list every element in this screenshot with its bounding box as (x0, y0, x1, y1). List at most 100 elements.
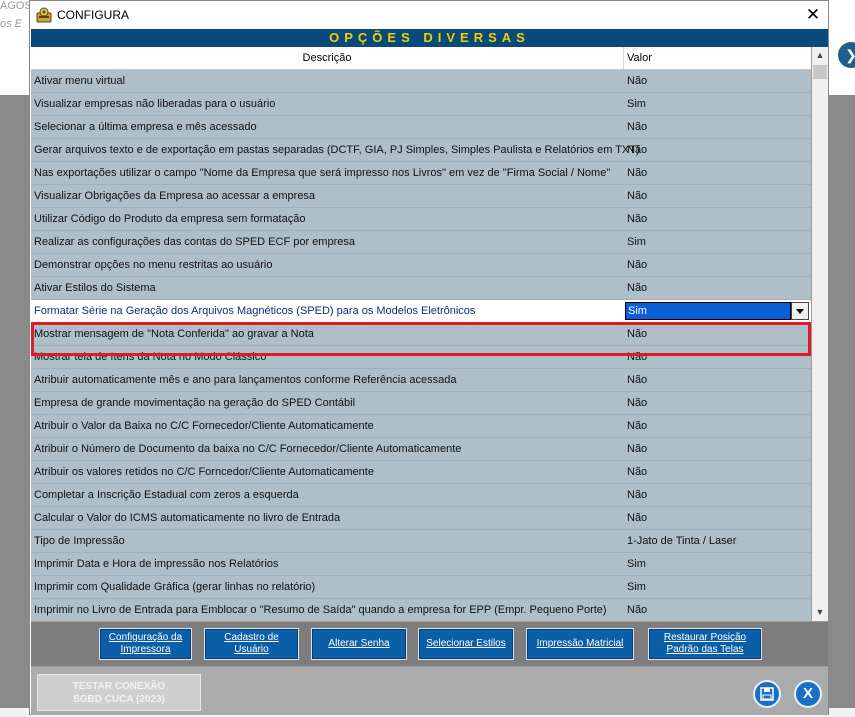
option-row[interactable]: Mostrar mensagem de "Nota Conferida" ao … (31, 323, 811, 346)
option-row[interactable]: Atribuir automaticamente mês e ano para … (31, 369, 811, 392)
option-row[interactable]: Mostrar tela de Itens da Nota no Modo Cl… (31, 346, 811, 369)
test-connection-button[interactable]: TESTAR CONEXÃO SGBD CUCA (2023) (37, 674, 201, 711)
button-label: Configuração da (108, 632, 183, 643)
option-value[interactable]: Não (627, 121, 647, 133)
option-row[interactable]: Atribuir o Valor da Baixa no C/C Fornece… (31, 415, 811, 438)
chevron-down-icon[interactable] (791, 302, 809, 320)
column-header-value[interactable]: Valor (627, 47, 652, 69)
user-register-button[interactable]: Cadastro de Usuário (204, 628, 299, 660)
option-description: Mostrar tela de Itens da Nota no Modo Cl… (34, 351, 267, 363)
option-value[interactable]: Não (627, 604, 647, 616)
option-value[interactable]: Sim (627, 581, 646, 593)
option-description: Imprimir com Qualidade Gráfica (gerar li… (34, 581, 316, 593)
window-title: CONFIGURA (57, 8, 129, 22)
button-label: Impressora (120, 644, 171, 655)
option-value[interactable]: Não (627, 282, 647, 294)
save-button[interactable] (753, 680, 781, 708)
option-row[interactable]: Ativar menu virtual Não (31, 70, 811, 93)
restore-window-position-button[interactable]: Restaurar Posição Padrão das Telas (648, 628, 762, 660)
option-description: Tipo de Impressão (34, 535, 125, 547)
matrix-print-button[interactable]: Impressão Matricial (526, 628, 634, 660)
option-row[interactable]: Visualizar Obrigações da Empresa ao aces… (31, 185, 811, 208)
option-value[interactable]: Sim (627, 236, 646, 248)
option-description: Visualizar Obrigações da Empresa ao aces… (34, 190, 316, 202)
option-value[interactable]: Não (627, 259, 647, 271)
option-row[interactable]: Selecionar a última empresa e mês acessa… (31, 116, 811, 139)
option-value[interactable]: Não (627, 213, 647, 225)
option-value[interactable]: Não (627, 374, 647, 386)
option-value[interactable]: Não (627, 420, 647, 432)
option-description: Empresa de grande movimentação na geraçã… (34, 397, 356, 409)
printer-config-button[interactable]: Configuração da Impressora (99, 628, 192, 660)
test-connection-label: TESTAR CONEXÃO (72, 680, 166, 692)
option-description: Imprimir no Livro de Entrada para Embloc… (34, 604, 607, 616)
scroll-down-icon[interactable]: ▼ (812, 604, 828, 621)
exit-button[interactable]: X (794, 680, 822, 708)
option-row[interactable]: Visualizar empresas não liberadas para o… (31, 93, 811, 116)
option-description: Formatar Série na Geração dos Arquivos M… (34, 305, 476, 317)
option-value[interactable]: Não (627, 443, 647, 455)
test-connection-sublabel: SGBD CUCA (2023) (73, 693, 165, 705)
option-row[interactable]: Completar a Inscrição Estadual com zeros… (31, 484, 811, 507)
dialog-content: OPÇÕES DIVERSAS Descrição Valor Ativar m… (31, 29, 828, 715)
dropdown-selected-value: Sim (628, 305, 647, 317)
action-toolbar: Configuração da Impressora Cadastro de Usu… (31, 622, 828, 666)
bottom-bar: TESTAR CONEXÃO SGBD CUCA (2023) X (31, 667, 828, 715)
option-description: Atribuir o Valor da Baixa no C/C Fornece… (34, 420, 374, 432)
option-value[interactable]: Não (627, 167, 647, 179)
option-row[interactable]: Imprimir com Qualidade Gráfica (gerar li… (31, 576, 811, 599)
option-row[interactable]: Imprimir no Livro de Entrada para Embloc… (31, 599, 811, 621)
option-description: Atribuir automaticamente mês e ano para … (34, 374, 457, 386)
option-row[interactable]: Atribuir o Número de Documento da baixa … (31, 438, 811, 461)
close-icon[interactable]: ✕ (802, 4, 824, 26)
app-gear-icon (36, 7, 52, 23)
section-title: OPÇÕES DIVERSAS (31, 29, 828, 47)
floppy-disk-icon (760, 687, 774, 701)
option-value[interactable]: Não (627, 328, 647, 340)
option-row[interactable]: Ativar Estilos do Sistema Não (31, 277, 811, 300)
option-row[interactable]: Gerar arquivos texto e de exportação em … (31, 139, 811, 162)
option-value[interactable]: 1-Jato de Tinta / Laser (627, 535, 736, 547)
value-dropdown[interactable]: Sim (625, 302, 791, 320)
option-row[interactable]: Realizar as configurações das contas do … (31, 231, 811, 254)
column-header-description[interactable]: Descrição (31, 47, 624, 69)
option-value[interactable]: Não (627, 489, 647, 501)
option-value[interactable]: Sim (627, 558, 646, 570)
option-row[interactable]: Nas exportações utilizar o campo "Nome d… (31, 162, 811, 185)
option-row[interactable]: Tipo de Impressão 1-Jato de Tinta / Laser (31, 530, 811, 553)
option-row[interactable]: Imprimir Data e Hora de impressão nos Re… (31, 553, 811, 576)
option-description: Visualizar empresas não liberadas para o… (34, 98, 276, 110)
option-row-selected[interactable]: Formatar Série na Geração dos Arquivos M… (31, 300, 811, 323)
change-password-button[interactable]: Alterar Senha (311, 628, 407, 660)
button-label: Impressão Matricial (536, 638, 624, 649)
option-row[interactable]: Utilizar Código do Produto da empresa se… (31, 208, 811, 231)
option-value[interactable]: Sim (627, 98, 646, 110)
background-app-text-2: os E (0, 18, 23, 30)
option-description: Completar a Inscrição Estadual com zeros… (34, 489, 299, 501)
scroll-up-icon[interactable]: ▲ (812, 47, 828, 64)
vertical-scrollbar[interactable]: ▲ ▼ (812, 47, 828, 621)
title-bar: CONFIGURA ✕ (30, 1, 828, 29)
option-value[interactable]: Não (627, 351, 647, 363)
close-x-icon: X (802, 685, 813, 702)
option-description: Atribuir o Número de Documento da baixa … (34, 443, 462, 455)
option-value[interactable]: Não (627, 466, 647, 478)
option-description: Nas exportações utilizar o campo "Nome d… (34, 167, 611, 179)
option-row[interactable]: Atribuir os valores retidos no C/C Fornc… (31, 461, 811, 484)
option-description: Gerar arquivos texto e de exportação em … (34, 144, 640, 156)
select-styles-button[interactable]: Selecionar Estilos (418, 628, 514, 660)
option-value[interactable]: Não (627, 512, 647, 524)
option-row[interactable]: Empresa de grande movimentação na geraçã… (31, 392, 811, 415)
option-description: Realizar as configurações das contas do … (34, 236, 355, 248)
option-row[interactable]: Calcular o Valor do ICMS automaticamente… (31, 507, 811, 530)
scroll-thumb[interactable] (813, 65, 827, 79)
option-description: Imprimir Data e Hora de impressão nos Re… (34, 558, 279, 570)
button-label: Usuário (234, 644, 269, 655)
button-label: Selecionar Estilos (426, 638, 506, 649)
option-row[interactable]: Demonstrar opções no menu restritas ao u… (31, 254, 811, 277)
option-value[interactable]: Não (627, 190, 647, 202)
option-value[interactable]: Não (627, 144, 647, 156)
option-value[interactable]: Não (627, 75, 647, 87)
option-description: Selecionar a última empresa e mês acessa… (34, 121, 257, 133)
option-value[interactable]: Não (627, 397, 647, 409)
